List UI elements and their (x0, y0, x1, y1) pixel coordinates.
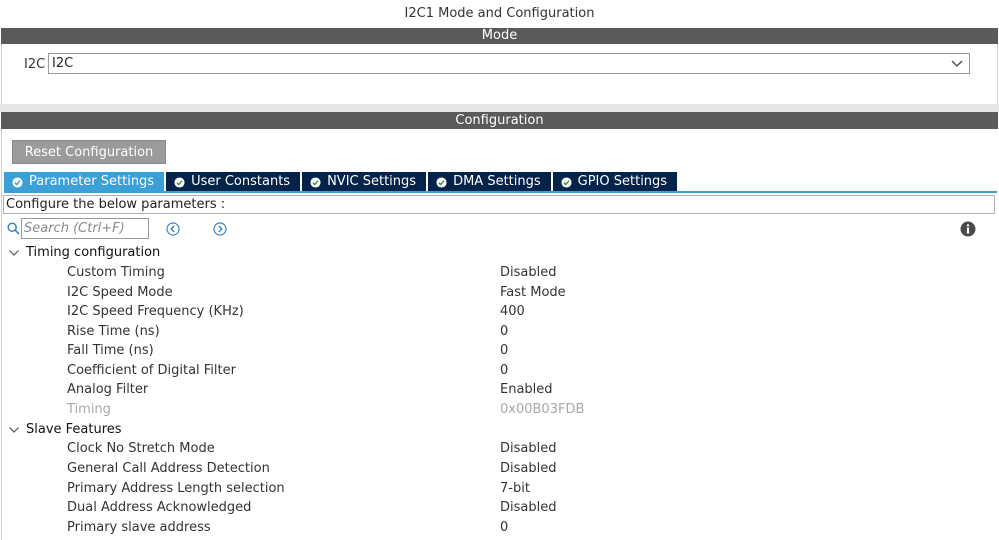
check-circle-icon (174, 176, 185, 188)
check-circle-icon (436, 176, 447, 188)
param-value: 400 (500, 304, 525, 319)
chevron-down-icon (9, 249, 19, 256)
check-circle-icon (12, 176, 23, 188)
group-slave-features[interactable]: Slave Features (8, 422, 122, 437)
tab-dma-settings[interactable]: DMA Settings (428, 172, 551, 192)
parameters-hint: Configure the below parameters : (3, 195, 995, 214)
param-name: Clock No Stretch Mode (67, 441, 215, 456)
param-row[interactable]: Clock No Stretch Mode Disabled (0, 441, 999, 461)
param-value: Disabled (500, 265, 557, 280)
tab-label: NVIC Settings (327, 174, 417, 189)
param-value: 0 (500, 363, 509, 378)
param-value: 0x00B03FDB (500, 402, 585, 417)
param-row[interactable]: Primary Address Length selection 7-bit (0, 481, 999, 501)
param-name: Rise Time (ns) (67, 324, 160, 339)
param-row-disabled: Timing 0x00B03FDB (0, 402, 999, 422)
param-value: 0 (500, 324, 509, 339)
param-row[interactable]: Custom Timing Disabled (0, 265, 999, 285)
group-label: Slave Features (26, 422, 122, 437)
param-name: Dual Address Acknowledged (67, 500, 252, 515)
param-row[interactable]: General Call Address Detection Disabled (0, 461, 999, 481)
arrow-left-circle-icon[interactable] (166, 222, 180, 236)
arrow-right-circle-icon[interactable] (213, 222, 227, 236)
tab-label: Parameter Settings (29, 174, 155, 189)
tab-bar: Parameter Settings User Constants NVIC S… (4, 172, 679, 192)
param-row[interactable]: Primary slave address 0 (0, 520, 999, 540)
param-name: Coefficient of Digital Filter (67, 363, 236, 378)
tab-underline (4, 191, 997, 193)
param-name: Primary Address Length selection (67, 481, 285, 496)
param-name: Timing (67, 402, 111, 417)
tab-user-constants[interactable]: User Constants (166, 172, 301, 192)
param-value: 7-bit (500, 481, 530, 496)
chevron-down-icon (9, 426, 19, 433)
param-row[interactable]: Rise Time (ns) 0 (0, 324, 999, 344)
param-value: Fast Mode (500, 285, 566, 300)
param-row[interactable]: Fall Time (ns) 0 (0, 343, 999, 363)
info-icon[interactable] (960, 221, 976, 237)
tab-label: DMA Settings (453, 174, 541, 189)
group-timing-configuration[interactable]: Timing configuration (8, 245, 160, 260)
mode-select-value: I2C (52, 56, 74, 71)
param-row[interactable]: I2C Speed Mode Fast Mode (0, 285, 999, 305)
param-name: I2C Speed Frequency (KHz) (67, 304, 244, 319)
reset-configuration-button[interactable]: Reset Configuration (12, 140, 166, 164)
section-divider (0, 104, 999, 112)
param-value: Disabled (500, 441, 557, 456)
param-value: 0 (500, 343, 509, 358)
tab-gpio-settings[interactable]: GPIO Settings (552, 172, 678, 192)
param-name: Analog Filter (67, 382, 149, 397)
param-name: I2C Speed Mode (67, 285, 173, 300)
window-title: I2C1 Mode and Configuration (0, 0, 999, 28)
param-name: Fall Time (ns) (67, 343, 154, 358)
tab-label: GPIO Settings (577, 174, 668, 189)
mode-field-label: I2C (24, 57, 46, 72)
check-circle-icon (310, 176, 321, 188)
search-input[interactable] (21, 218, 149, 239)
param-value: 0 (500, 520, 509, 535)
mode-section-bar: Mode (1, 28, 998, 44)
param-name: Primary slave address (67, 520, 211, 535)
param-row[interactable]: Coefficient of Digital Filter 0 (0, 363, 999, 383)
configuration-section-bar: Configuration (1, 112, 998, 129)
param-value: Disabled (500, 461, 557, 476)
param-row[interactable]: I2C Speed Frequency (KHz) 400 (0, 304, 999, 324)
param-row[interactable]: Analog Filter Enabled (0, 382, 999, 402)
check-circle-icon (561, 176, 572, 188)
param-row[interactable]: Dual Address Acknowledged Disabled (0, 500, 999, 520)
param-value: Disabled (500, 500, 557, 515)
search-icon (7, 222, 20, 235)
param-value: Enabled (500, 382, 553, 397)
tab-label: User Constants (191, 174, 291, 189)
tab-parameter-settings[interactable]: Parameter Settings (4, 172, 165, 192)
group-label: Timing configuration (26, 245, 161, 260)
param-name: General Call Address Detection (67, 461, 270, 476)
tab-nvic-settings[interactable]: NVIC Settings (302, 172, 427, 192)
chevron-down-icon (951, 60, 963, 67)
param-name: Custom Timing (67, 265, 165, 280)
mode-select[interactable]: I2C (48, 53, 970, 74)
